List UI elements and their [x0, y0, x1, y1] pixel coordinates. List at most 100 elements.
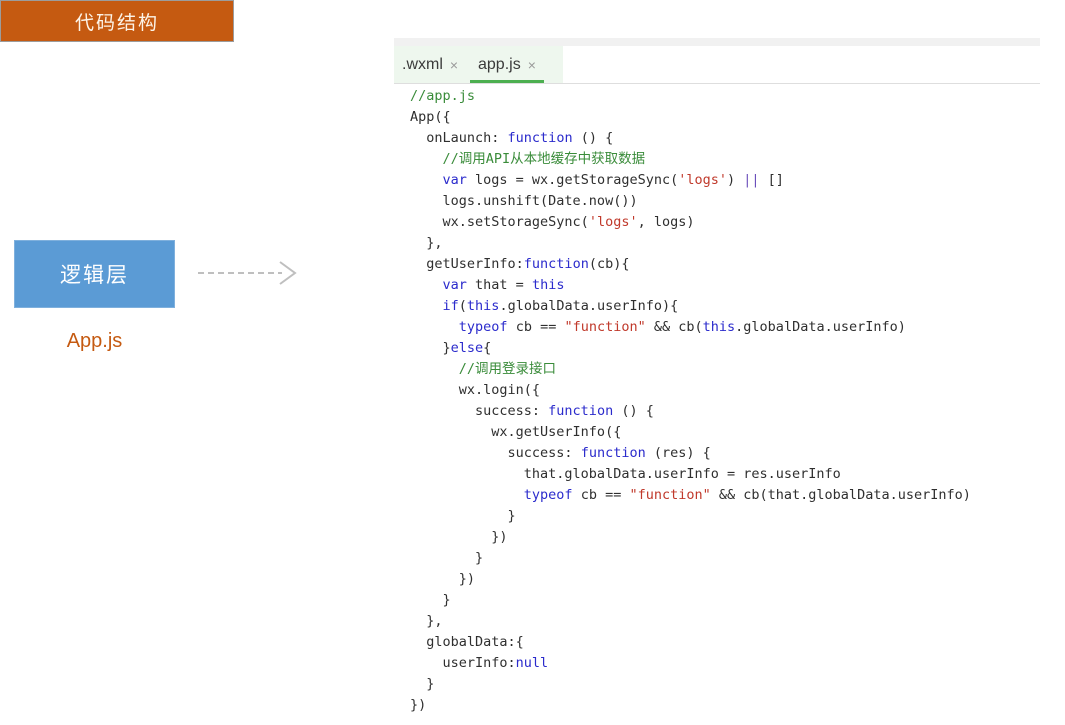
code-token: //调用API从本地缓存中获取数据	[410, 151, 646, 167]
code-token: 'logs'	[678, 172, 728, 188]
code-token: () {	[572, 130, 614, 146]
code-token: .globalData.userInfo){	[499, 298, 679, 314]
code-line: var that = this	[410, 275, 1040, 296]
tab-app-js[interactable]: app.js ×	[470, 46, 544, 83]
code-line: }	[410, 548, 1040, 569]
section-title: 代码结构	[74, 12, 159, 34]
code-token: if	[442, 298, 459, 314]
tab-wxml-label: .wxml	[402, 55, 443, 73]
tab-bar-separator	[394, 83, 1040, 84]
code-token: function	[507, 130, 573, 146]
code-line: var logs = wx.getStorageSync('logs') || …	[410, 170, 1040, 191]
code-line: //调用API从本地缓存中获取数据	[410, 149, 1040, 170]
code-line: wx.login({	[410, 380, 1040, 401]
code-token: success:	[410, 445, 581, 461]
code-token: this	[531, 277, 565, 293]
code-line: typeof cb == "function" && cb(this.globa…	[410, 317, 1040, 338]
code-token: function	[523, 256, 589, 272]
code-token: }	[410, 676, 435, 692]
code-token: 'logs'	[588, 214, 638, 230]
code-token: //app.js	[410, 88, 476, 104]
code-line: App({	[410, 107, 1040, 128]
code-token: },	[410, 613, 443, 629]
code-line: }	[410, 674, 1040, 695]
code-token: null	[515, 655, 549, 671]
editor-top-strip	[394, 38, 1040, 46]
tab-app-js-label: app.js	[478, 55, 521, 73]
code-token: (res) {	[645, 445, 711, 461]
code-token: function	[548, 403, 614, 419]
code-token: }	[410, 508, 516, 524]
close-icon[interactable]: ×	[450, 58, 458, 72]
editor-tab-bar: .wxml × app.js ×	[394, 46, 1040, 83]
code-token: userInfo:	[410, 655, 516, 671]
code-token: typeof	[523, 487, 573, 503]
code-token: logs = wx.getStorageSync(	[466, 172, 679, 188]
code-line: wx.setStorageSync('logs', logs)	[410, 212, 1040, 233]
code-line: typeof cb == "function" && cb(that.globa…	[410, 485, 1040, 506]
code-token: var	[442, 277, 467, 293]
code-line: that.globalData.userInfo = res.userInfo	[410, 464, 1040, 485]
code-token: wx.getUserInfo({	[410, 424, 622, 440]
code-content[interactable]: //app.js App({ onLaunch: function () { //…	[410, 86, 1040, 716]
code-line: //调用登录接口	[410, 359, 1040, 380]
code-token: logs.unshift(Date.now())	[410, 193, 638, 209]
code-line: logs.unshift(Date.now())	[410, 191, 1040, 212]
code-line: },	[410, 611, 1040, 632]
code-editor-panel: .wxml × app.js × //app.js App({ onLaunch:…	[394, 32, 1040, 725]
code-token: .globalData.userInfo)	[735, 319, 906, 335]
code-token: })	[410, 697, 427, 713]
code-line: },	[410, 233, 1040, 254]
code-token: }	[410, 592, 451, 608]
code-line: wx.getUserInfo({	[410, 422, 1040, 443]
code-token: that =	[466, 277, 532, 293]
code-token: }	[410, 550, 484, 566]
code-token: {	[483, 340, 492, 356]
code-line: getUserInfo:function(cb){	[410, 254, 1040, 275]
code-token: this	[702, 319, 736, 335]
code-line: }	[410, 590, 1040, 611]
code-token: ||	[743, 172, 760, 188]
code-token: wx.login({	[410, 382, 541, 398]
code-token: App({	[410, 109, 451, 125]
code-token: var	[442, 172, 467, 188]
dashed-right-arrow-icon	[198, 261, 297, 285]
code-line: if(this.globalData.userInfo){	[410, 296, 1040, 317]
code-line: })	[410, 569, 1040, 590]
logic-layer-label: 逻辑层	[60, 264, 129, 287]
code-token: typeof	[458, 319, 508, 335]
code-token: cb ==	[572, 487, 630, 503]
code-line: success: function (res) {	[410, 443, 1040, 464]
code-token: else	[450, 340, 484, 356]
code-token: && cb(	[645, 319, 703, 335]
app-js-file-label: App.js	[66, 330, 123, 352]
code-token: wx.setStorageSync(	[410, 214, 589, 230]
section-header-banner: 代码结构	[0, 0, 234, 42]
code-token: "function"	[629, 487, 711, 503]
code-token: })	[410, 571, 476, 587]
logic-layer-box: 逻辑层	[14, 240, 175, 308]
code-token: , logs)	[637, 214, 695, 230]
code-token: getUserInfo:	[410, 256, 524, 272]
code-token: "function"	[564, 319, 646, 335]
close-icon[interactable]: ×	[528, 58, 536, 72]
code-token: cb ==	[507, 319, 565, 335]
code-token: })	[410, 529, 508, 545]
code-line: globalData:{	[410, 632, 1040, 653]
code-token: function	[580, 445, 646, 461]
code-token: () {	[613, 403, 654, 419]
tab-wxml[interactable]: .wxml ×	[394, 46, 466, 83]
code-token: //调用登录接口	[410, 361, 557, 377]
code-token: success:	[410, 403, 549, 419]
code-line: success: function () {	[410, 401, 1040, 422]
code-line: }else{	[410, 338, 1040, 359]
code-line: //app.js	[410, 86, 1040, 107]
code-token: },	[410, 235, 443, 251]
code-line: }	[410, 506, 1040, 527]
code-token: )	[727, 172, 744, 188]
code-line: })	[410, 527, 1040, 548]
